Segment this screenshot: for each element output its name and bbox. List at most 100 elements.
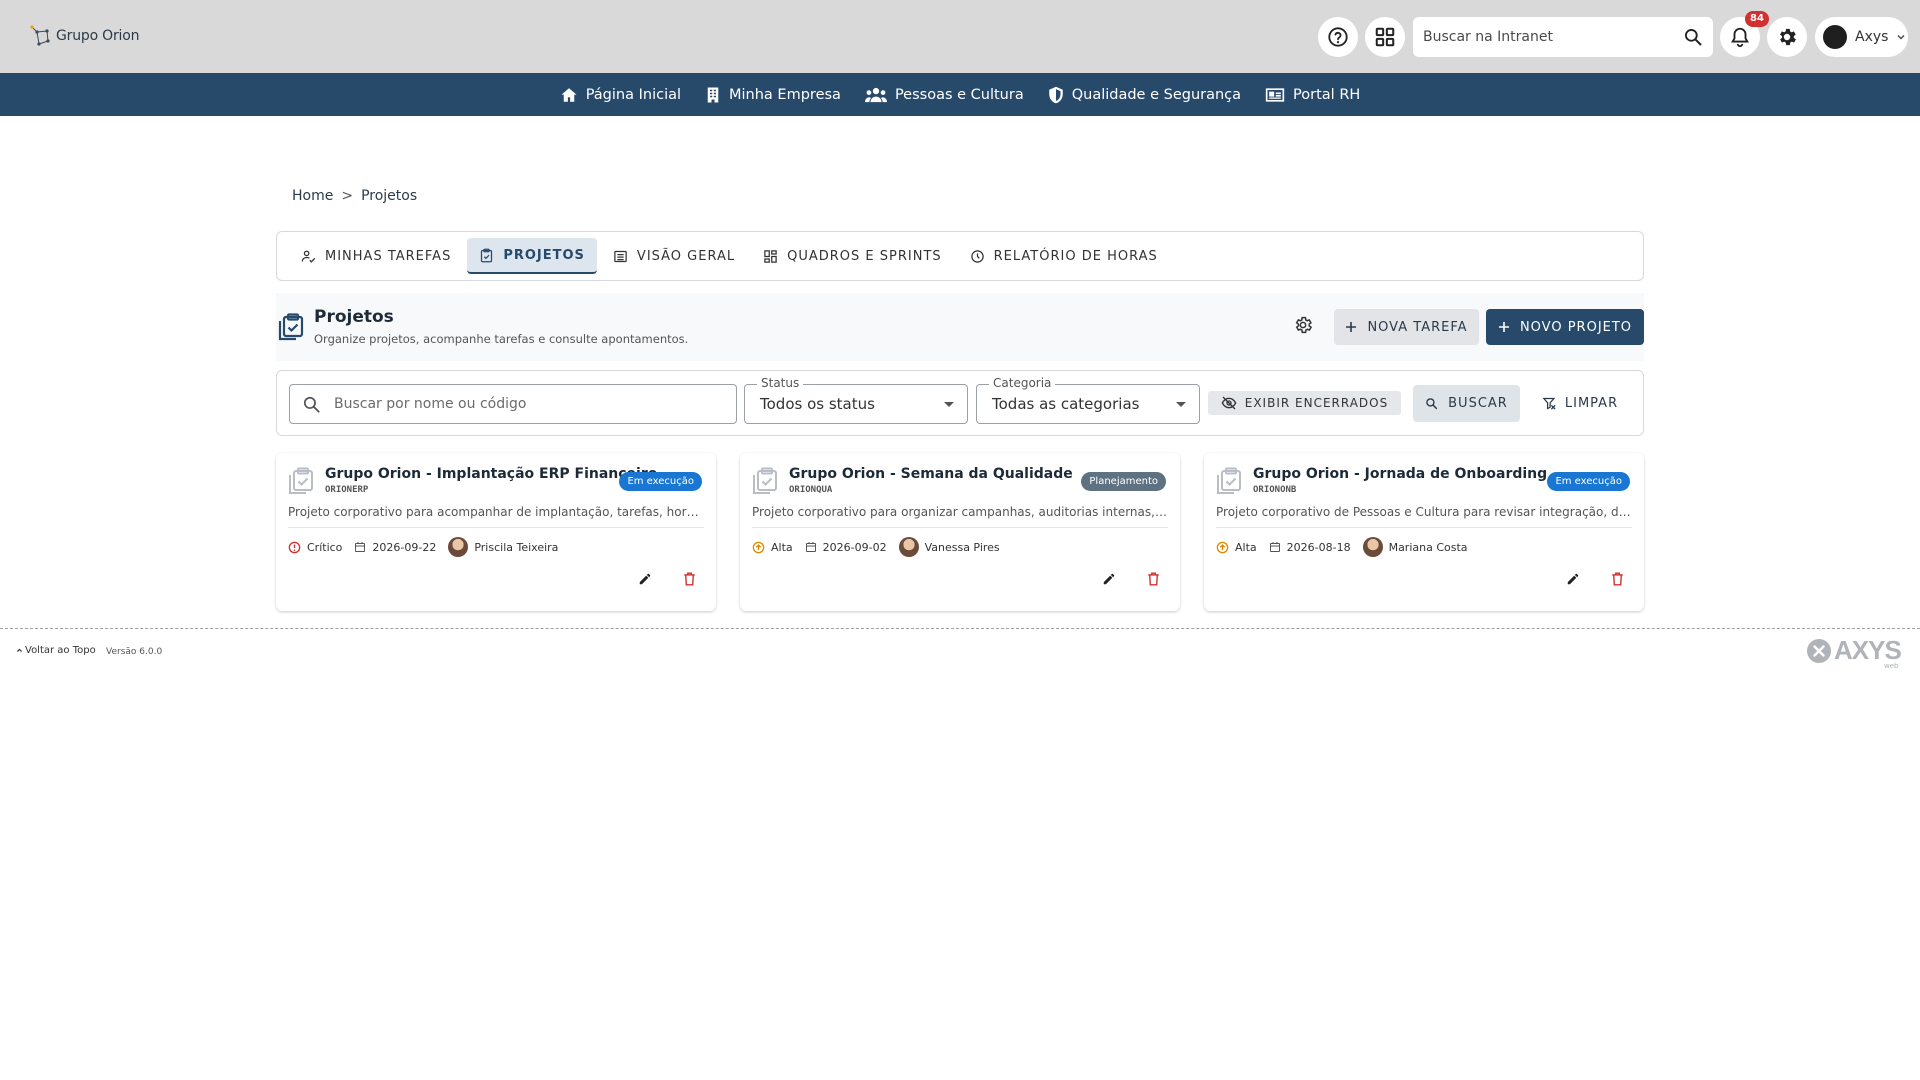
nav-label: Portal RH — [1293, 86, 1361, 103]
edit-project-button[interactable] — [1102, 572, 1116, 586]
project-search — [289, 384, 737, 424]
clipboard-check-icon — [481, 248, 493, 262]
new-task-button[interactable]: NOVA TAREFA — [1334, 309, 1479, 345]
owner-name: Vanessa Pires — [924, 540, 1000, 554]
tab-label: QUADROS E SPRINTS — [787, 248, 942, 264]
eye-off-icon — [1221, 396, 1237, 410]
due-date: 2026-09-22 — [354, 541, 436, 554]
breadcrumb-home[interactable]: Home — [292, 188, 333, 204]
project-search-input[interactable] — [334, 385, 724, 423]
project-description: Projeto corporativo para acompanhar de i… — [288, 505, 704, 528]
intranet-search-input[interactable] — [1423, 17, 1673, 57]
project-clipboard-icon — [752, 467, 778, 495]
top-bar: Grupo Orion 84 Axys — [0, 0, 1920, 73]
tab-hours-report[interactable]: RELATÓRIO DE HORAS — [958, 238, 1170, 274]
delete-project-button[interactable] — [1147, 572, 1160, 586]
delete-project-button[interactable] — [1611, 572, 1624, 586]
module-tabs: MINHAS TAREFAS PROJETOS VISÃO GERAL QUAD… — [276, 231, 1644, 281]
owner-avatar — [898, 537, 919, 557]
project-card[interactable]: Grupo Orion - Semana da Qualidade ORIONQ… — [740, 453, 1180, 611]
back-to-top-link[interactable]: Voltar ao Topo — [16, 645, 96, 656]
owner: Priscila Teixeira — [448, 537, 558, 557]
project-code: ORIONQUA — [789, 485, 833, 495]
project-clipboard-icon — [288, 467, 314, 495]
nav-item-home[interactable]: Página Inicial — [548, 73, 693, 116]
nav-label: Página Inicial — [585, 86, 682, 103]
back-to-top-label: Voltar ao Topo — [25, 645, 96, 656]
status-select-value: Todos os status — [760, 395, 875, 413]
clear-filters-button[interactable]: LIMPAR — [1530, 385, 1630, 422]
company-logo[interactable]: Grupo Orion — [29, 24, 139, 48]
arrow-up-circle-icon — [752, 541, 765, 554]
nav-item-hr[interactable]: Portal RH — [1253, 73, 1372, 116]
chevron-down-icon — [1897, 35, 1905, 40]
owner: Vanessa Pires — [898, 537, 1000, 557]
project-title[interactable]: Grupo Orion - Jornada de Onboarding — [1253, 466, 1547, 482]
clock-icon — [970, 249, 984, 263]
trash-icon — [684, 572, 695, 586]
home-icon — [561, 87, 577, 102]
status-badge: Em execução — [619, 472, 702, 491]
nav-item-company[interactable]: Minha Empresa — [693, 73, 853, 116]
pencil-icon — [1567, 573, 1579, 585]
user-menu[interactable]: Axys — [1815, 17, 1908, 57]
project-settings-button[interactable] — [1293, 315, 1313, 335]
show-closed-toggle[interactable]: EXIBIR ENCERRADOS — [1208, 391, 1401, 415]
status-badge: Planejamento — [1081, 472, 1166, 491]
priority-label: Crítico — [307, 540, 343, 554]
owner-name: Mariana Costa — [1388, 540, 1468, 554]
search-button-label: BUSCAR — [1448, 396, 1508, 411]
status-select-label: Status — [757, 376, 804, 390]
new-task-label: NOVA TAREFA — [1367, 319, 1468, 335]
main-nav: Página Inicial Minha Empresa Pessoas e C… — [0, 73, 1920, 116]
nav-label: Qualidade e Segurança — [1071, 86, 1242, 103]
help-button[interactable] — [1318, 17, 1358, 57]
person-task-icon — [301, 250, 316, 263]
settings-button[interactable] — [1767, 17, 1807, 57]
project-meta: Crítico 2026-09-22 Priscila Teixeira — [288, 537, 564, 557]
new-project-button[interactable]: NOVO PROJETO — [1486, 309, 1644, 345]
due-date-value: 2026-09-02 — [822, 540, 887, 554]
notification-badge: 84 — [1745, 11, 1769, 27]
project-clipboard-icon — [1216, 467, 1242, 495]
delete-project-button[interactable] — [683, 572, 696, 586]
breadcrumb: Home > Projetos — [292, 188, 417, 204]
nav-item-people[interactable]: Pessoas e Cultura — [853, 73, 1036, 116]
project-card[interactable]: Grupo Orion - Jornada de Onboarding ORIO… — [1204, 453, 1644, 611]
category-select[interactable]: Categoria Todas as categorias — [976, 376, 1200, 424]
calendar-icon — [1269, 542, 1280, 552]
tab-overview[interactable]: VISÃO GERAL — [601, 238, 747, 274]
tab-boards-sprints[interactable]: QUADROS E SPRINTS — [751, 238, 954, 274]
project-meta: Alta 2026-09-02 Vanessa Pires — [752, 537, 1006, 557]
calendar-icon — [805, 542, 816, 552]
breadcrumb-current: Projetos — [361, 188, 418, 204]
nav-item-quality[interactable]: Qualidade e Segurança — [1036, 73, 1253, 116]
new-project-label: NOVO PROJETO — [1519, 319, 1633, 335]
building-icon — [707, 87, 719, 102]
apps-button[interactable] — [1365, 17, 1405, 57]
tab-projects[interactable]: PROJETOS — [467, 238, 597, 274]
search-icon[interactable] — [1683, 27, 1703, 47]
nav-label: Pessoas e Cultura — [894, 86, 1024, 103]
axys-logo: AXYS web — [1806, 635, 1902, 670]
tab-label: RELATÓRIO DE HORAS — [993, 248, 1158, 264]
project-title[interactable]: Grupo Orion - Implantação ERP Financeiro — [325, 466, 657, 482]
edit-project-button[interactable] — [638, 572, 652, 586]
edit-project-button[interactable] — [1566, 572, 1580, 586]
status-select[interactable]: Status Todos os status — [744, 376, 968, 424]
search-icon — [1426, 398, 1438, 410]
axys-x-icon — [1807, 638, 1831, 663]
page-title: Projetos — [314, 307, 394, 327]
project-card[interactable]: Grupo Orion - Implantação ERP Financeiro… — [276, 453, 716, 611]
nav-label: Minha Empresa — [729, 86, 841, 103]
owner: Mariana Costa — [1362, 537, 1468, 557]
constellation-logo-icon — [30, 25, 50, 46]
search-button[interactable]: BUSCAR — [1413, 385, 1520, 422]
tab-my-tasks[interactable]: MINHAS TAREFAS — [289, 238, 463, 274]
caret-down-icon — [1175, 401, 1187, 408]
intranet-search — [1413, 17, 1713, 57]
project-title[interactable]: Grupo Orion - Semana da Qualidade — [789, 466, 1073, 482]
version-label: Versão 6.0.0 — [106, 647, 163, 657]
calendar-icon — [355, 542, 366, 552]
priority: Crítico — [288, 541, 342, 554]
